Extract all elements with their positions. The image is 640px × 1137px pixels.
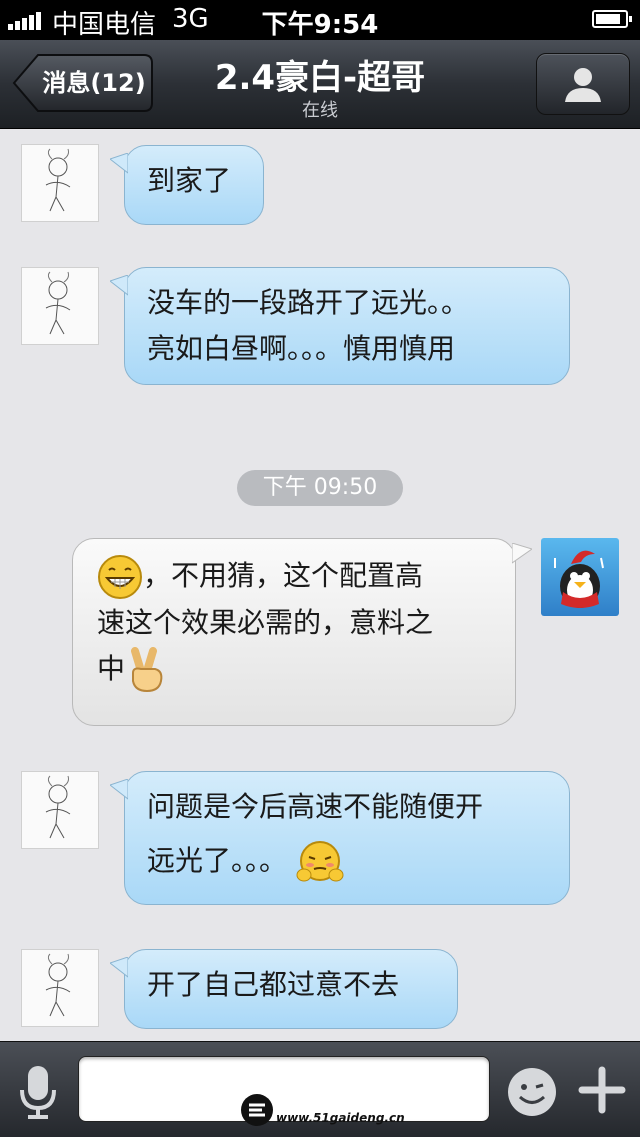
message-bubble-outgoing[interactable]: ，不用猜，这个配置高 速这个效果必需的，意料之 中 bbox=[72, 538, 516, 726]
contact-avatar[interactable] bbox=[21, 771, 99, 849]
user-avatar[interactable] bbox=[541, 538, 619, 616]
plus-icon[interactable] bbox=[578, 1066, 626, 1114]
microphone-icon[interactable] bbox=[16, 1064, 60, 1120]
message-bubble[interactable]: 没车的一段路开了远光。。 亮如白昼啊。。。慎用慎用 bbox=[124, 267, 570, 385]
message-text: 开了自己都过意不去 bbox=[147, 968, 400, 1001]
watermark-logo-icon bbox=[241, 1094, 273, 1126]
message-line: 没车的一段路开了远光。。 bbox=[147, 286, 470, 319]
status-time: 下午9:54 bbox=[261, 10, 379, 40]
battery-icon bbox=[592, 10, 632, 28]
online-status: 在线 bbox=[302, 100, 338, 121]
message-text: 远光了。。。 bbox=[147, 844, 288, 877]
nav-bar: 消息(12) 2.4豪白-超哥 在线 bbox=[0, 40, 640, 129]
bubble-tail bbox=[110, 153, 128, 174]
message-text: 中 bbox=[97, 652, 126, 685]
back-button[interactable]: 消息(12) bbox=[12, 53, 154, 113]
message-line: 问题是今后高速不能随便开 bbox=[147, 790, 484, 823]
status-bar: 中国电信 3G 下午9:54 bbox=[0, 0, 640, 40]
person-icon bbox=[565, 68, 601, 102]
bubble-tail bbox=[110, 275, 128, 296]
bubble-tail bbox=[110, 779, 128, 800]
message-line: 速这个效果必需的，意料之 bbox=[97, 606, 434, 639]
message-text: 到家了 bbox=[147, 164, 232, 197]
message-line: 亮如白昼啊。。。慎用慎用 bbox=[147, 332, 456, 365]
back-button-label: 消息(12) bbox=[42, 69, 146, 97]
bubble-tail bbox=[512, 543, 532, 564]
message-text: ，不用猜，这个配置高 bbox=[143, 559, 424, 592]
chat-area[interactable]: 到家了 没车的一段路开了远光。。 亮如白昼啊。。。慎用慎用 下午 09:50 ，… bbox=[0, 129, 640, 1041]
message-bubble[interactable]: 到家了 bbox=[124, 145, 264, 225]
contact-avatar[interactable] bbox=[21, 144, 99, 222]
embarrassed-emoji bbox=[296, 841, 344, 882]
victory-hand-emoji bbox=[131, 647, 163, 693]
smiley-icon[interactable] bbox=[506, 1066, 558, 1118]
timestamp: 下午 09:50 bbox=[237, 470, 403, 506]
message-bubble[interactable]: 开了自己都过意不去 bbox=[124, 949, 458, 1029]
watermark-text: www.51gaideng.cn bbox=[276, 1111, 405, 1125]
contact-avatar[interactable] bbox=[21, 267, 99, 345]
grin-emoji bbox=[98, 555, 142, 599]
contact-avatar[interactable] bbox=[21, 949, 99, 1027]
watermark: www.51gaideng.cn bbox=[240, 1089, 410, 1129]
profile-button[interactable] bbox=[536, 53, 630, 115]
bubble-tail bbox=[110, 957, 128, 978]
message-bubble[interactable]: 问题是今后高速不能随便开 远光了。。。 bbox=[124, 771, 570, 905]
chat-title: 2.4豪白-超哥 bbox=[214, 58, 426, 98]
